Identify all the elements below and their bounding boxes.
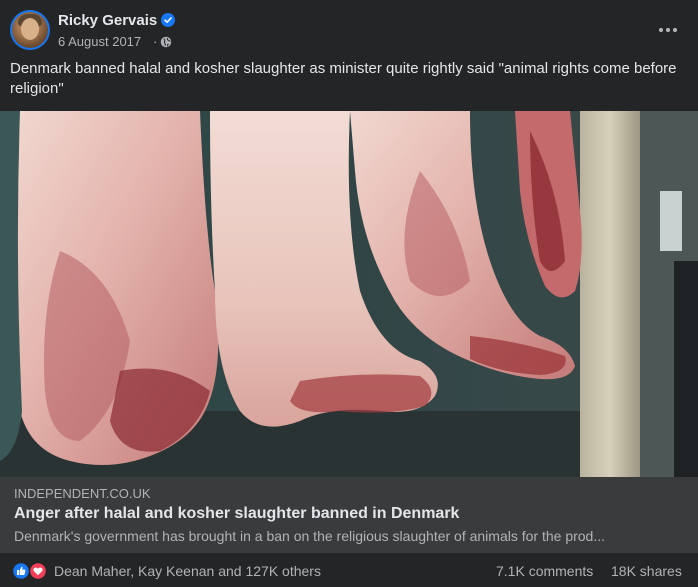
globe-icon[interactable] [160, 36, 172, 48]
post-date[interactable]: 6 August 2017 [58, 34, 141, 49]
post-text: Denmark banned halal and kosher slaughte… [10, 60, 677, 97]
reactors-summary[interactable]: Dean Maher, Kay Keenan and 127K others [54, 563, 321, 579]
love-reaction-icon[interactable] [29, 562, 47, 580]
avatar-image [12, 12, 48, 48]
avatar-face [21, 18, 39, 40]
link-domain: INDEPENDENT.CO.UK [14, 486, 151, 501]
more-options-icon [658, 27, 678, 33]
author-name[interactable]: Ricky Gervais [58, 12, 157, 29]
like-reaction-icon[interactable] [12, 562, 30, 580]
link-preview-card[interactable]: INDEPENDENT.CO.UK Anger after halal and … [0, 477, 698, 553]
facebook-post: Ricky Gervais 6 August 2017 · Denmark ba… [0, 0, 698, 587]
verified-badge-icon [161, 13, 175, 27]
link-preview-photo [0, 111, 698, 477]
post-header: Ricky Gervais 6 August 2017 · [0, 0, 698, 58]
link-description: Denmark's government has brought in a ba… [14, 528, 606, 544]
shares-count[interactable]: 18K shares [611, 563, 682, 579]
avatar[interactable] [10, 10, 50, 50]
link-title[interactable]: Anger after halal and kosher slaughter b… [14, 505, 459, 523]
meta-separator: · [153, 34, 158, 49]
comments-count[interactable]: 7.1K comments [496, 563, 593, 579]
more-options-button[interactable] [650, 12, 686, 48]
link-preview-image[interactable]: i [0, 111, 698, 477]
post-footer: Dean Maher, Kay Keenan and 127K others 7… [0, 553, 698, 587]
